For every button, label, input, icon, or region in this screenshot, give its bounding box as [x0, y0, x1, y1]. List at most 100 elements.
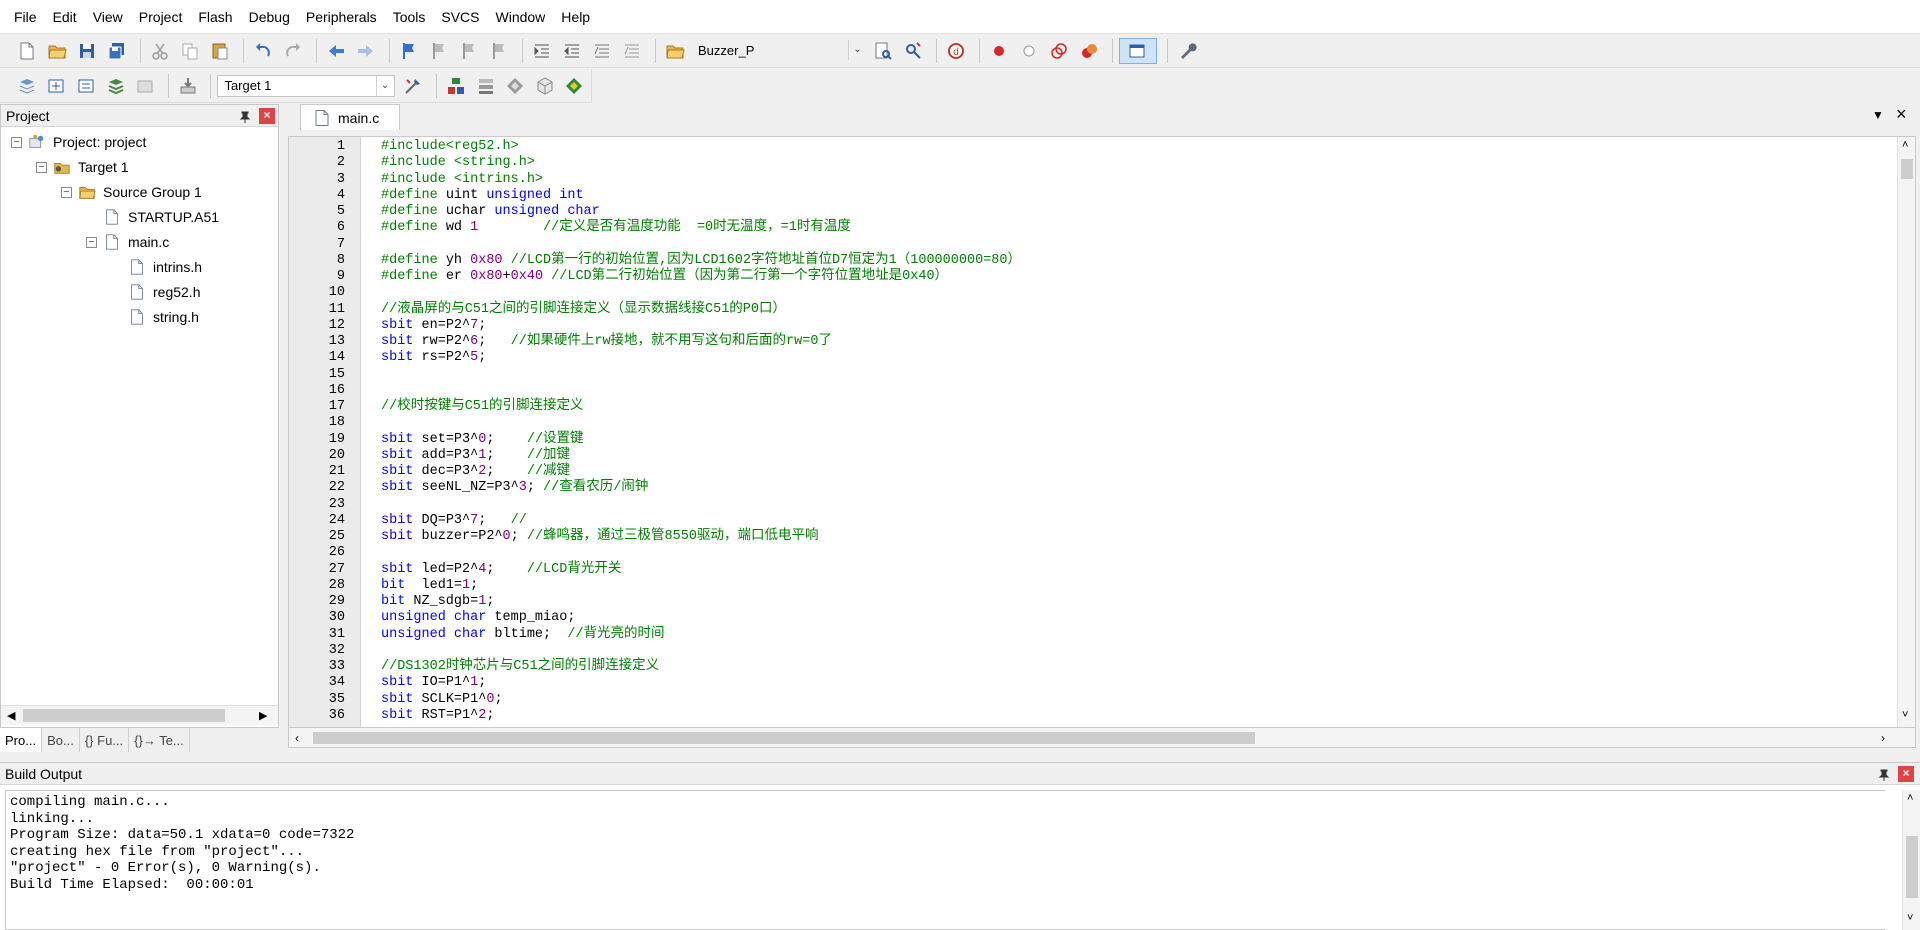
configure-icon[interactable]: [1174, 38, 1200, 64]
bookmark-next-icon[interactable]: [456, 38, 482, 64]
close-icon[interactable]: ×: [259, 108, 275, 124]
pin-icon[interactable]: [1878, 768, 1890, 781]
breakpoint-disable-icon[interactable]: [1016, 38, 1042, 64]
menu-svcs[interactable]: SVCS: [433, 0, 487, 34]
target-combo[interactable]: Buzzer_P ⌄: [692, 39, 866, 62]
scroll-right-icon[interactable]: ›: [1881, 731, 1885, 745]
scroll-left-icon[interactable]: ‹: [295, 731, 299, 745]
translate-icon[interactable]: [14, 73, 40, 99]
editor-vertical-scrollbar[interactable]: ˄ ˅: [1897, 137, 1915, 727]
code-editor[interactable]: 1 2 3 4 5 6 7 8 9 10 11 12 13 14 15 16 17 18 19 20 21 22 23 24 2…: [288, 136, 1916, 728]
copy-icon[interactable]: [177, 38, 203, 64]
breakpoint-disable-all-icon[interactable]: [1046, 38, 1072, 64]
tree-item-target-1[interactable]: − Target 1: [36, 156, 129, 178]
undo-icon[interactable]: [250, 38, 276, 64]
scroll-thumb[interactable]: [313, 732, 1255, 744]
menu-edit[interactable]: Edit: [45, 0, 85, 34]
build-output-vertical-scrollbar[interactable]: ˄ ˅: [1902, 790, 1920, 930]
bookmark-prev-icon[interactable]: [426, 38, 452, 64]
menu-help[interactable]: Help: [553, 0, 598, 34]
uncomment-icon[interactable]: [619, 38, 645, 64]
debug-session-icon[interactable]: d: [943, 38, 969, 64]
select-device-icon[interactable]: [502, 73, 528, 99]
file-extensions-icon[interactable]: [443, 73, 469, 99]
pack-installer-icon[interactable]: [532, 73, 558, 99]
menu-tools[interactable]: Tools: [385, 0, 434, 34]
tree-item-reg52-h[interactable]: reg52.h: [111, 281, 200, 303]
tree-item-string-h[interactable]: string.h: [111, 306, 199, 328]
scroll-thumb[interactable]: [1901, 159, 1913, 179]
nav-back-icon[interactable]: [323, 38, 349, 64]
scroll-down-icon[interactable]: ˅: [1902, 709, 1908, 721]
tab-books[interactable]: Bo...: [42, 728, 80, 752]
tab-functions[interactable]: {} Fu...: [80, 728, 130, 752]
menu-window[interactable]: Window: [488, 0, 554, 34]
comment-icon[interactable]: [589, 38, 615, 64]
build-icon[interactable]: [44, 73, 70, 99]
scroll-down-icon[interactable]: ˅: [1907, 912, 1913, 924]
target-select[interactable]: Target 1 ⌄: [217, 74, 395, 97]
tree-item-main-c[interactable]: − main.c: [86, 231, 169, 253]
cut-icon[interactable]: [147, 38, 173, 64]
code-line: bit led1=1;: [289, 578, 1889, 594]
tab-main-c[interactable]: main.c: [300, 104, 400, 130]
code-text: //DS1302时钟芯片与C51之间的引脚连接定义: [381, 659, 659, 675]
scroll-up-icon[interactable]: ˄: [1907, 792, 1913, 804]
build-output-text[interactable]: compiling main.c... linking... Program Siz…: [5, 790, 1885, 930]
tree-item-intrins-h[interactable]: intrins.h: [111, 256, 202, 278]
close-icon[interactable]: ×: [1898, 766, 1914, 782]
tab-project[interactable]: Pro...: [0, 728, 43, 752]
close-editor-icon[interactable]: ×: [1896, 104, 1907, 125]
bookmark-set-icon[interactable]: [396, 38, 422, 64]
menu-file[interactable]: File: [6, 0, 45, 34]
tab-templates[interactable]: {}→ Te...: [129, 728, 190, 752]
find-in-files-icon[interactable]: [870, 38, 896, 64]
scroll-left-icon[interactable]: ◀: [7, 709, 15, 722]
save-all-icon[interactable]: [104, 38, 130, 64]
breakpoint-kill-all-icon[interactable]: [1076, 38, 1102, 64]
menu-debug[interactable]: Debug: [241, 0, 298, 34]
tree-expander-icon[interactable]: −: [11, 136, 22, 148]
menu-peripherals[interactable]: Peripherals: [298, 0, 385, 34]
project-horizontal-scrollbar[interactable]: ◀ ▶: [1, 705, 278, 725]
bookmark-clear-icon[interactable]: [486, 38, 512, 64]
scroll-thumb[interactable]: [1906, 836, 1918, 898]
pin-icon[interactable]: [239, 110, 251, 123]
indent-icon[interactable]: [529, 38, 555, 64]
unindent-icon[interactable]: [559, 38, 585, 64]
tree-item-source-group-1[interactable]: − Source Group 1: [61, 181, 202, 203]
redo-icon[interactable]: [280, 38, 306, 64]
nav-forward-icon[interactable]: [353, 38, 379, 64]
manage-components-icon[interactable]: [473, 73, 499, 99]
incremental-find-icon[interactable]: [900, 38, 926, 64]
menu-project[interactable]: Project: [131, 0, 191, 34]
tree-item-project-project[interactable]: − Project: project: [11, 131, 146, 153]
tree-expander-icon[interactable]: −: [86, 236, 97, 248]
save-icon[interactable]: [74, 38, 100, 64]
tree-expander-icon[interactable]: −: [36, 161, 47, 173]
chevron-down-icon[interactable]: ⌄: [848, 39, 866, 60]
new-file-icon[interactable]: [14, 38, 40, 64]
scroll-thumb[interactable]: [23, 709, 225, 722]
chevron-down-icon[interactable]: ⌄: [375, 75, 394, 96]
breakpoint-insert-icon[interactable]: [986, 38, 1012, 64]
tree-item-startup-a51[interactable]: STARTUP.A51: [86, 206, 219, 228]
tree-expander-icon[interactable]: −: [61, 186, 72, 198]
stop-build-icon[interactable]: [132, 73, 158, 99]
target-options-icon[interactable]: [401, 73, 427, 99]
paste-icon[interactable]: [207, 38, 233, 64]
run-time-env-icon[interactable]: [561, 73, 587, 99]
open-folder-icon[interactable]: [44, 38, 70, 64]
download-icon[interactable]: [175, 73, 201, 99]
tab-list-icon[interactable]: ▼: [1872, 108, 1884, 122]
scroll-right-icon[interactable]: ▶: [259, 709, 267, 722]
menu-view[interactable]: View: [85, 0, 131, 34]
toolbar-separator: [140, 38, 141, 63]
menu-flash[interactable]: Flash: [190, 0, 240, 34]
window-layout-icon[interactable]: [1119, 37, 1157, 64]
batch-build-icon[interactable]: [103, 73, 129, 99]
code-token: 0: [502, 529, 511, 544]
rebuild-icon[interactable]: [73, 73, 99, 99]
editor-horizontal-scrollbar[interactable]: ‹ ›: [288, 728, 1916, 748]
scroll-up-icon[interactable]: ˄: [1902, 139, 1908, 151]
